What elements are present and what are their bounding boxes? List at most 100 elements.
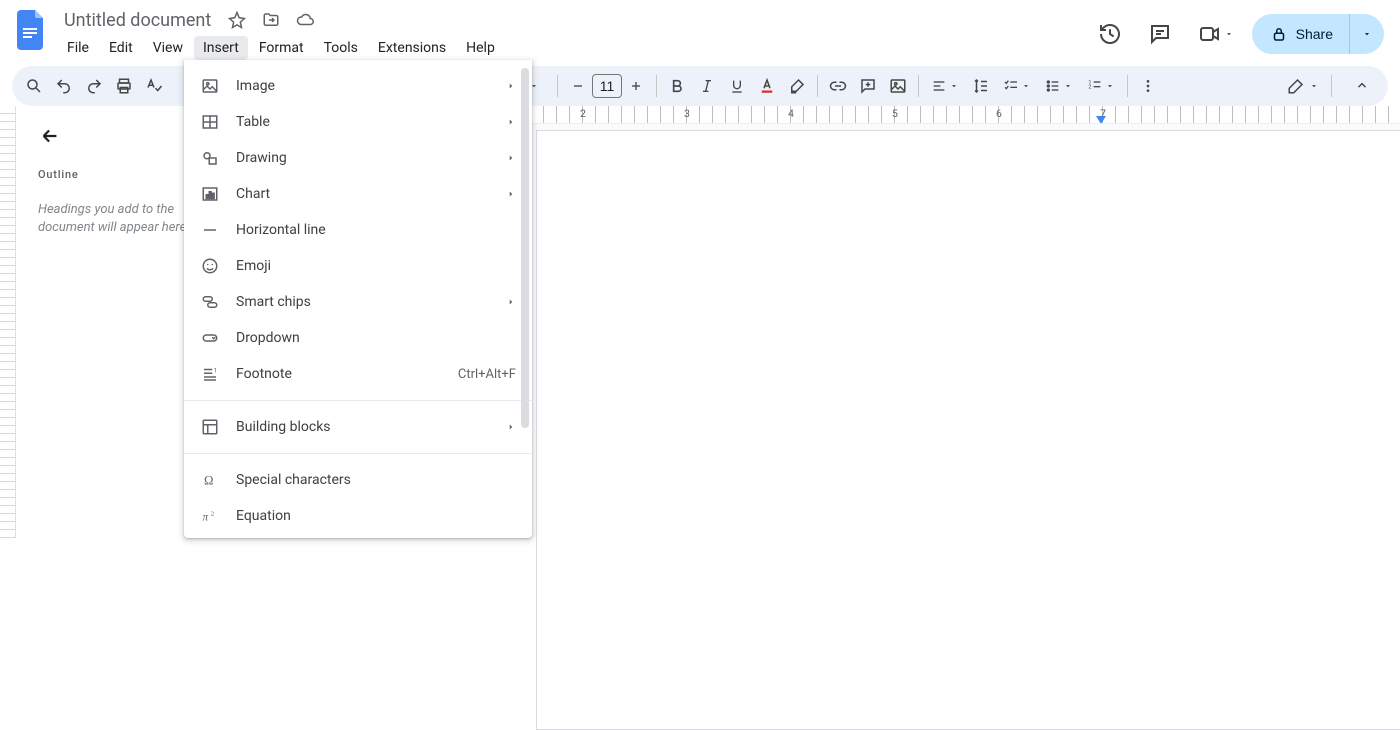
ruler-number: 4 [739, 107, 843, 120]
submenu-arrow-icon [506, 189, 516, 199]
margin-marker-icon[interactable] [1095, 115, 1107, 124]
text-color-icon[interactable] [753, 72, 781, 100]
italic-icon[interactable] [693, 72, 721, 100]
more-tools-icon[interactable] [1134, 72, 1162, 100]
ruler-number: 3 [635, 107, 739, 120]
submenu-arrow-icon [506, 153, 516, 163]
menu-item-label: Table [236, 114, 490, 130]
insert-building[interactable]: Building blocks [184, 409, 532, 445]
insert-equation[interactable]: π2 Equation [184, 498, 532, 534]
meet-icon[interactable] [1190, 14, 1242, 54]
insert-drawing[interactable]: Drawing [184, 140, 532, 176]
bold-icon[interactable] [663, 72, 691, 100]
vertical-ruler [0, 106, 16, 538]
menu-file[interactable]: File [58, 36, 98, 60]
menu-item-label: Special characters [236, 472, 516, 488]
insert-footnote[interactable]: 1 Footnote Ctrl+Alt+F [184, 356, 532, 392]
menu-insert[interactable]: Insert [194, 36, 248, 60]
editing-mode-dropdown[interactable] [1277, 72, 1325, 100]
increase-font-size[interactable] [622, 72, 650, 100]
menu-item-label: Smart chips [236, 294, 490, 310]
insert-image-icon[interactable] [884, 72, 912, 100]
submenu-arrow-icon [506, 422, 516, 432]
decrease-font-size[interactable] [564, 72, 592, 100]
insert-menu: Image Table Drawing Chart Horizontal line Emo… [184, 60, 532, 538]
highlight-icon[interactable] [783, 72, 811, 100]
underline-icon[interactable] [723, 72, 751, 100]
omega-icon: Ω [200, 470, 220, 490]
menu-help[interactable]: Help [457, 36, 504, 60]
menu-tools[interactable]: Tools [315, 36, 367, 60]
dropdown-icon [200, 328, 220, 348]
svg-text:Ω: Ω [204, 474, 213, 488]
shortcut-label: Ctrl+Alt+F [458, 367, 516, 382]
menu-item-label: Horizontal line [236, 222, 516, 238]
menu-item-label: Chart [236, 186, 490, 202]
chips-icon [200, 292, 220, 312]
insert-table[interactable]: Table [184, 104, 532, 140]
cloud-status-icon[interactable] [295, 10, 315, 30]
footnote-icon: 1 [200, 364, 220, 384]
menu-item-label: Image [236, 78, 490, 94]
image-icon [200, 76, 220, 96]
insert-hr[interactable]: Horizontal line [184, 212, 532, 248]
align-dropdown[interactable] [925, 72, 965, 100]
menu-item-label: Equation [236, 508, 516, 524]
insert-image[interactable]: Image [184, 68, 532, 104]
print-icon[interactable] [110, 72, 138, 100]
menu-item-label: Dropdown [236, 330, 516, 346]
menu-item-label: Emoji [236, 258, 516, 274]
search-menus-icon[interactable] [20, 72, 48, 100]
outline-title: Outline [38, 168, 198, 181]
line-spacing-icon[interactable] [967, 72, 995, 100]
docs-logo[interactable] [12, 10, 52, 50]
checklist-dropdown[interactable] [997, 72, 1037, 100]
share-button[interactable]: Share [1252, 14, 1349, 54]
insert-emoji[interactable]: Emoji [184, 248, 532, 284]
submenu-arrow-icon [506, 297, 516, 307]
collapse-toolbar-icon[interactable] [1344, 72, 1380, 100]
comments-icon[interactable] [1140, 14, 1180, 54]
share-label: Share [1296, 26, 1333, 42]
numbered-list-dropdown[interactable]: 12 [1081, 72, 1121, 100]
insert-dropdown[interactable]: Dropdown [184, 320, 532, 356]
chart-icon [200, 184, 220, 204]
insert-link-icon[interactable] [824, 72, 852, 100]
svg-text:2: 2 [211, 510, 214, 517]
outline-back-icon[interactable] [38, 124, 62, 148]
pi-icon: π2 [200, 506, 220, 526]
submenu-arrow-icon [506, 117, 516, 127]
font-size-input[interactable] [592, 74, 622, 98]
last-edit-icon[interactable] [1090, 14, 1130, 54]
insert-smartchips[interactable]: Smart chips [184, 284, 532, 320]
move-icon[interactable] [261, 10, 281, 30]
insert-specialchars[interactable]: Ω Special characters [184, 462, 532, 498]
add-comment-icon[interactable] [854, 72, 882, 100]
redo-icon[interactable] [80, 72, 108, 100]
menu-item-label: Building blocks [236, 419, 490, 435]
menu-item-label: Footnote [236, 366, 442, 382]
hr-icon [200, 220, 220, 240]
svg-text:2: 2 [1088, 85, 1091, 91]
table-icon [200, 112, 220, 132]
spellcheck-icon[interactable] [140, 72, 168, 100]
insert-chart[interactable]: Chart [184, 176, 532, 212]
undo-icon[interactable] [50, 72, 78, 100]
ruler-number: 6 [947, 107, 1051, 120]
ruler-number: 2 [531, 107, 635, 120]
document-page[interactable] [536, 130, 1400, 730]
ruler-number: 5 [843, 107, 947, 120]
menu-extensions[interactable]: Extensions [369, 36, 455, 60]
svg-text:1: 1 [214, 368, 217, 375]
share-dropdown[interactable] [1350, 14, 1384, 54]
outline-hint: Headings you add to the document will ap… [38, 201, 198, 237]
bulleted-list-dropdown[interactable] [1039, 72, 1079, 100]
menu-format[interactable]: Format [250, 36, 313, 60]
star-icon[interactable] [227, 10, 247, 30]
document-title[interactable]: Untitled document [60, 10, 215, 31]
menu-divider [184, 453, 532, 454]
menu-scrollbar[interactable] [520, 68, 530, 530]
lock-icon [1270, 25, 1288, 43]
menu-edit[interactable]: Edit [100, 36, 142, 60]
menu-view[interactable]: View [144, 36, 192, 60]
